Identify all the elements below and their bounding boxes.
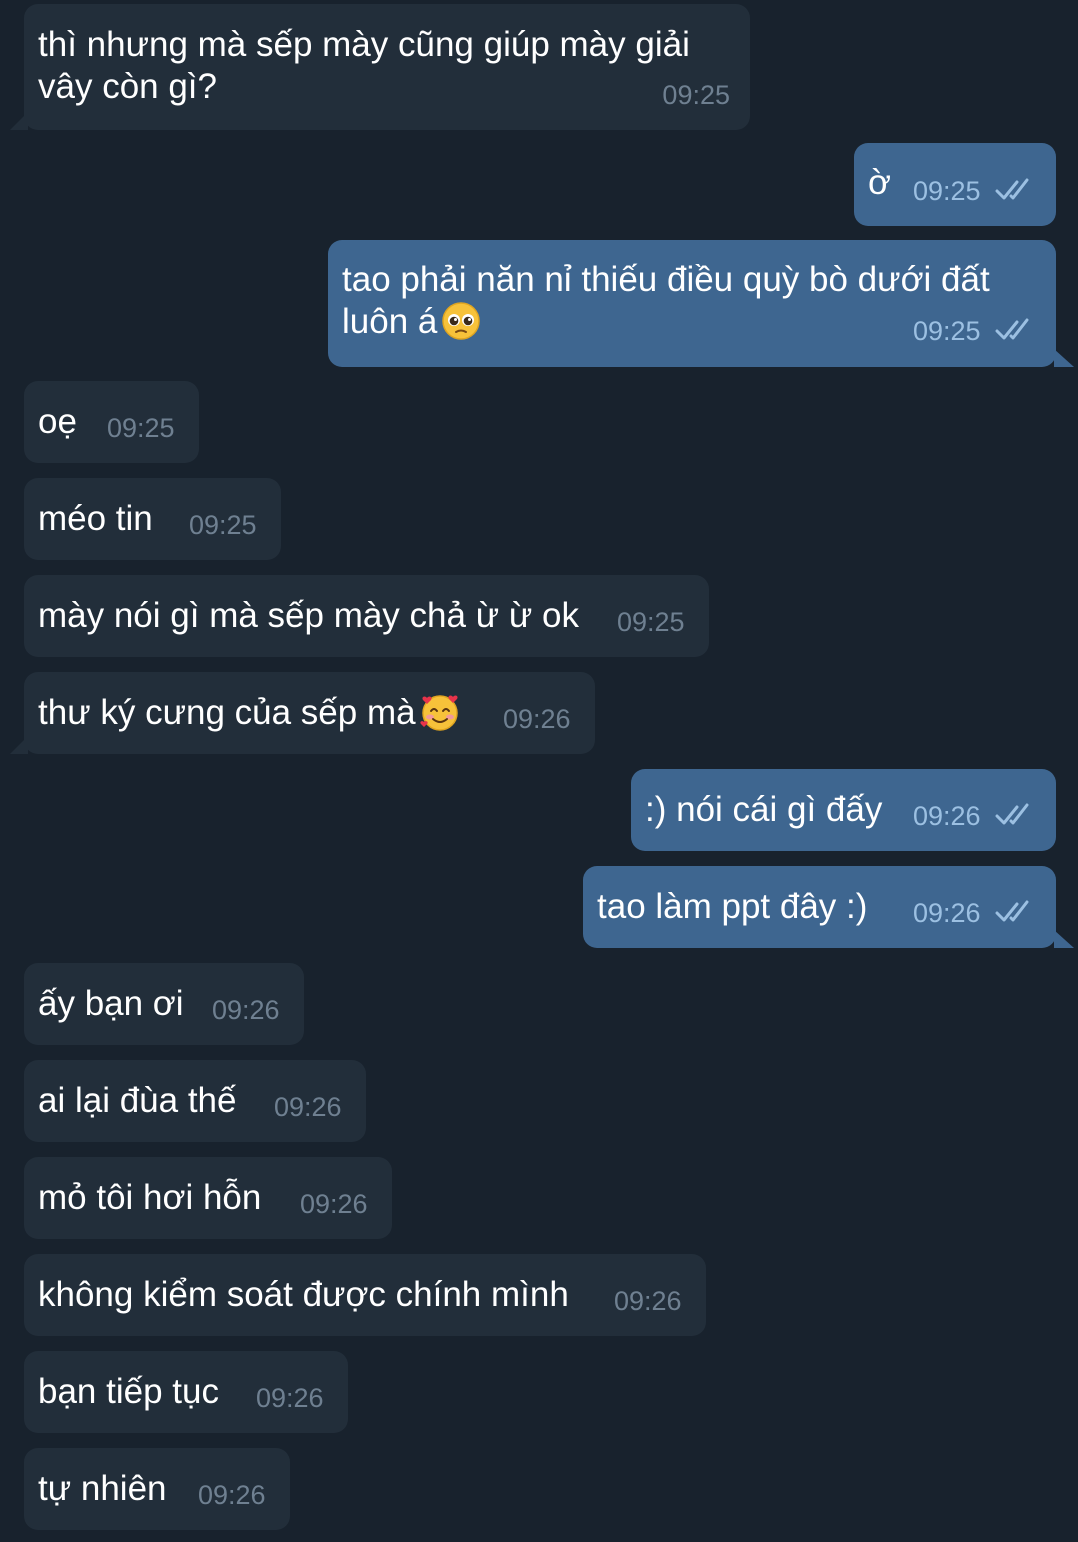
message-time: 09:25	[662, 80, 730, 110]
message-text: ấy bạn ơi	[38, 984, 184, 1023]
message-time: 09:26	[913, 801, 981, 831]
message-bubble-incoming[interactable]: mày nói gì mà sếp mày chả ừ ừ ok 09:25	[24, 575, 709, 657]
bubble-tail	[1054, 930, 1074, 948]
message-time: 09:25	[913, 316, 981, 346]
message-text: bạn tiếp tục	[38, 1372, 219, 1411]
message-bubble-incoming[interactable]: méo tin 09:25	[24, 478, 281, 560]
message-text: không kiểm soát được chính mình	[38, 1275, 569, 1314]
message-time: 09:26	[913, 898, 981, 928]
double-check-icon	[995, 900, 1029, 922]
message-time: 09:26	[503, 704, 571, 734]
message-time: 09:26	[614, 1286, 682, 1316]
message-bubble-outgoing[interactable]: :) nói cái gì đấy 09:26	[631, 769, 1056, 851]
message-time: 09:25	[913, 176, 981, 206]
message-text: thư ký cưng của sếp mà	[38, 692, 460, 734]
message-bubble-incoming[interactable]: thì nhưng mà sếp mày cũng giúp mày giải …	[10, 4, 750, 130]
message-text: mày nói gì mà sếp mày chả ừ ừ ok	[38, 596, 579, 635]
pleading-face-emoji-icon	[442, 302, 481, 340]
message-bubble-incoming[interactable]: oẹ 09:25	[24, 381, 199, 463]
message-time: 09:25	[617, 607, 685, 637]
message-time: 09:25	[107, 413, 175, 443]
message-time: 09:26	[274, 1092, 342, 1122]
message-text: tao làm ppt đây :)	[597, 887, 868, 926]
message-bubble-incoming[interactable]: bạn tiếp tục 09:26	[24, 1351, 348, 1433]
message-bubble-outgoing[interactable]: tao phải năn nỉ thiếu điều quỳ bò dưới đ…	[328, 240, 1074, 367]
message-bubble-outgoing[interactable]: tao làm ppt đây :) 09:26	[583, 866, 1074, 948]
message-text-content: thư ký cưng của sếp mà	[38, 693, 416, 732]
message-bubble-incoming[interactable]: ấy bạn ơi 09:26	[24, 963, 304, 1045]
message-text: ờ	[868, 163, 891, 202]
message-text: :) nói cái gì đấy	[645, 790, 883, 829]
double-check-icon	[995, 803, 1029, 825]
message-text: oẹ	[38, 402, 77, 441]
message-text: tự nhiên	[38, 1469, 167, 1508]
message-text: méo tin	[38, 499, 153, 538]
message-bubble-outgoing[interactable]: ờ 09:25	[854, 143, 1056, 226]
message-time: 09:25	[189, 510, 257, 540]
chat-message-list[interactable]: thì nhưng mà sếp mày cũng giúp mày giải …	[0, 0, 1078, 1542]
message-time: 09:26	[198, 1480, 266, 1510]
message-text: thì nhưng mà sếp mày cũng giúp mày giải …	[38, 25, 690, 106]
message-time: 09:26	[256, 1383, 324, 1413]
smiling-face-with-hearts-emoji-icon	[419, 695, 458, 731]
bubble-tail	[1054, 349, 1074, 367]
message-bubble-incoming[interactable]: mỏ tôi hơi hỗn 09:26	[24, 1157, 392, 1239]
message-text-content: tao phải năn nỉ thiếu điều quỳ bò dưới đ…	[342, 260, 990, 341]
double-check-icon	[995, 178, 1029, 200]
message-bubble-incoming[interactable]: không kiểm soát được chính mình 09:26	[24, 1254, 706, 1336]
double-check-icon	[995, 318, 1029, 340]
message-text: ai lại đùa thế	[38, 1081, 237, 1120]
bubble-tail	[10, 736, 28, 754]
message-time: 09:26	[212, 995, 280, 1025]
message-bubble-incoming[interactable]: thư ký cưng của sếp mà 09:26	[10, 672, 595, 754]
message-time: 09:26	[300, 1189, 368, 1219]
message-bubble-incoming[interactable]: ai lại đùa thế 09:26	[24, 1060, 366, 1142]
message-bubble-incoming[interactable]: tự nhiên 09:26	[24, 1448, 290, 1530]
message-text: mỏ tôi hơi hỗn	[38, 1178, 262, 1217]
bubble-tail	[10, 112, 28, 130]
